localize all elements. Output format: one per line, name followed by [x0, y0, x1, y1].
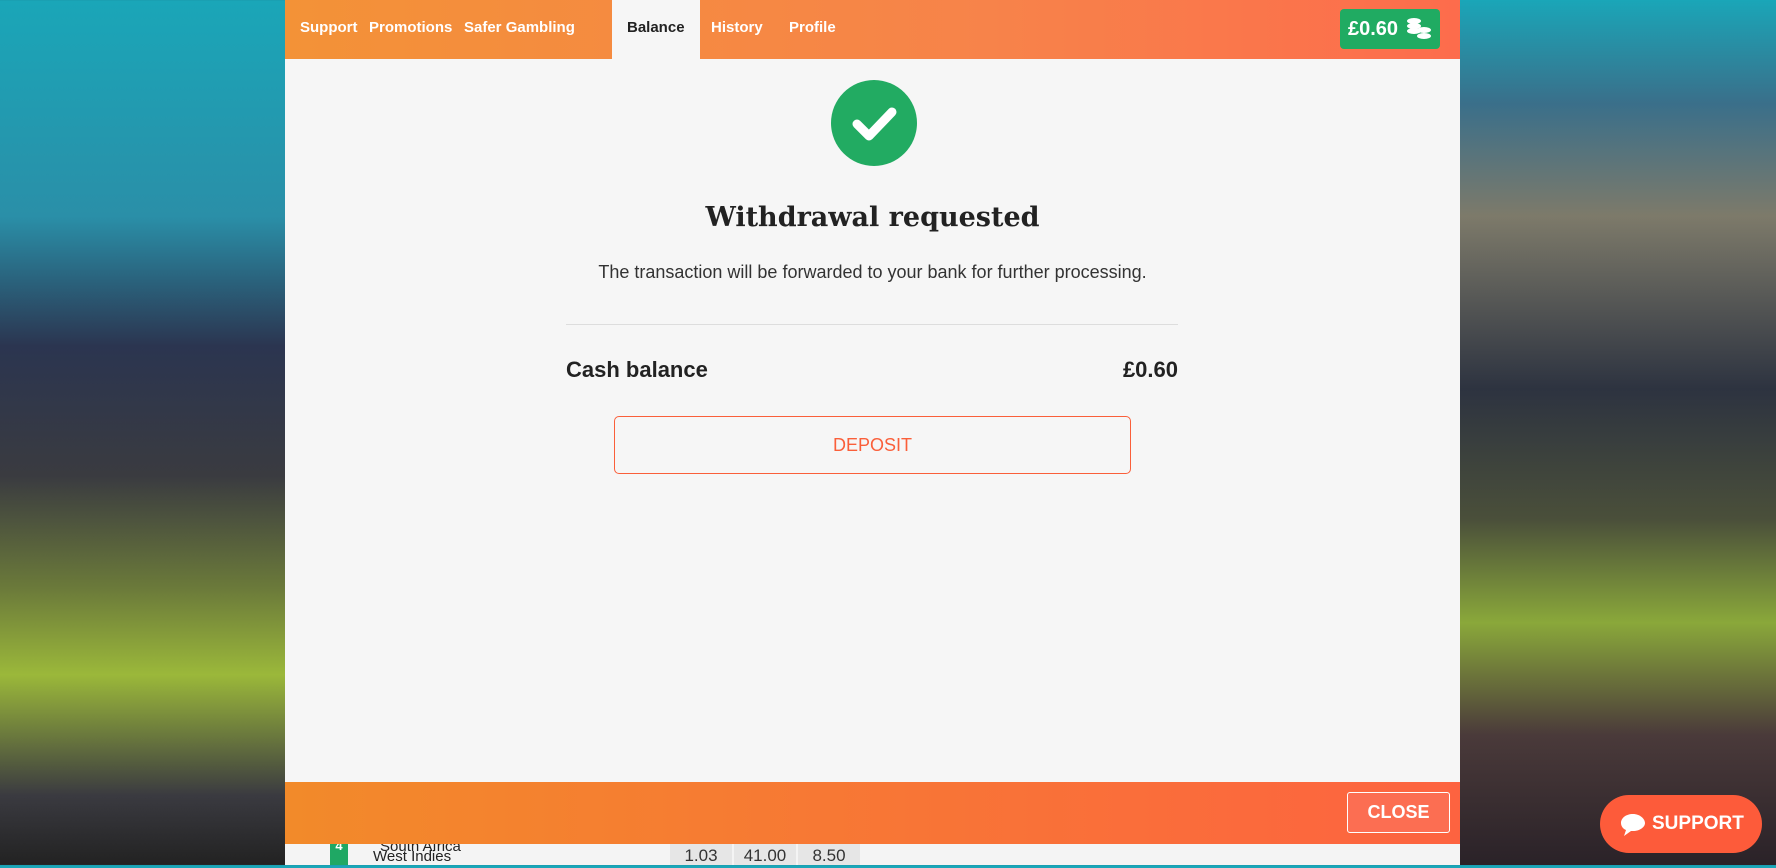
support-label: SUPPORT [1652, 813, 1744, 834]
deposit-button[interactable]: DEPOSIT [614, 416, 1131, 474]
team-name: West Indies [373, 848, 452, 865]
odds-button[interactable]: 1.03 [670, 844, 732, 865]
coins-icon [1407, 18, 1431, 39]
balance-badge[interactable]: £0.60 [1340, 9, 1440, 49]
cash-balance-label: Cash balance [566, 357, 708, 382]
support-button[interactable]: SUPPORT [1600, 795, 1762, 853]
tab-profile[interactable]: Profile [774, 0, 851, 59]
check-circle-icon [831, 80, 917, 166]
balance-amount: £0.60 [1348, 18, 1399, 40]
close-button[interactable]: CLOSE [1347, 792, 1450, 833]
cash-balance-value: £0.60 [1122, 357, 1178, 382]
odds-button[interactable]: 41.00 [734, 844, 796, 865]
tab-balance[interactable]: Balance [612, 0, 700, 59]
status-message: The transaction will be forwarded to you… [598, 262, 1147, 282]
account-nav: Support Promotions Safer Gambling Balanc… [285, 0, 1460, 59]
odds-button[interactable]: 8.50 [798, 844, 860, 865]
account-modal: Support Promotions Safer Gambling Balanc… [285, 0, 1460, 844]
chat-bubble-icon [1621, 814, 1645, 836]
divider [566, 324, 1178, 325]
status-title: Withdrawal requested [705, 202, 1040, 233]
background-image-right [1460, 0, 1776, 865]
modal-footer: CLOSE [285, 782, 1460, 844]
tab-safer-gambling[interactable]: Safer Gambling [449, 0, 590, 59]
tab-history[interactable]: History [696, 0, 778, 59]
